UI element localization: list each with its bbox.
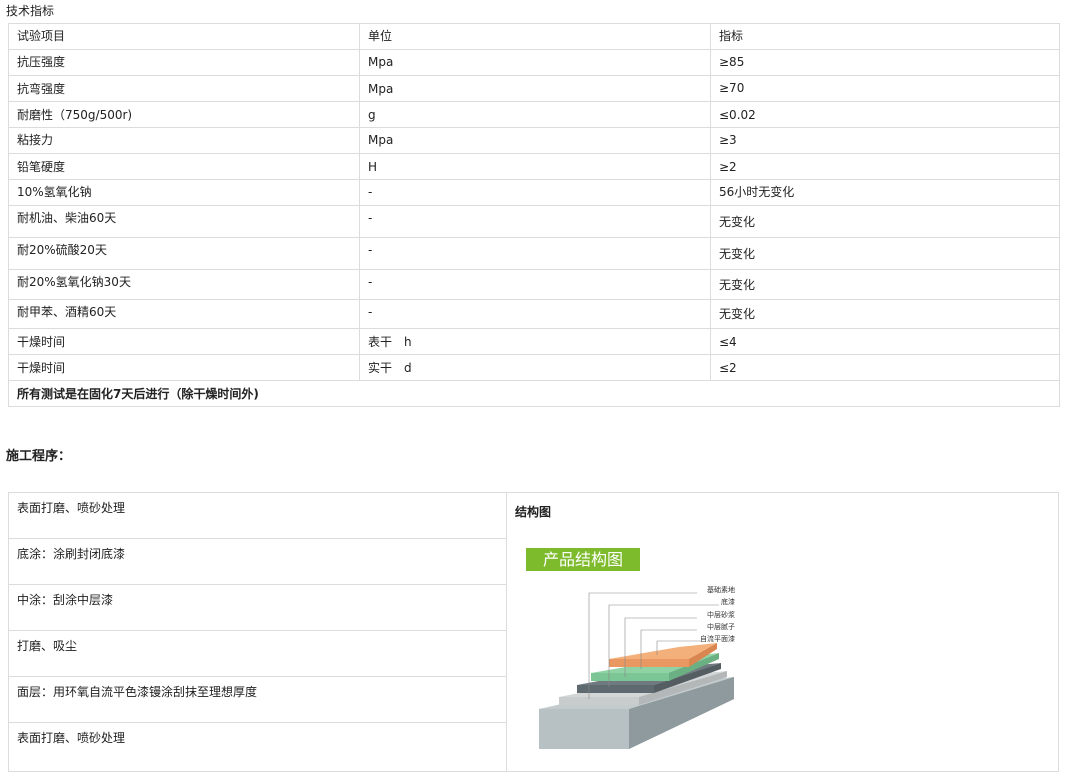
structure-banner: 产品结构图 <box>526 548 640 571</box>
table-row: 耐20%氢氧化钠30天 - 无变化 <box>8 269 1060 300</box>
table-row: 抗压强度 Mpa ≥85 <box>8 49 1060 76</box>
cell-item: 耐磨性（750g/500r) <box>8 101 360 128</box>
cell-item: 铅笔硬度 <box>8 153 360 180</box>
procedure-steps: 表面打磨、喷砂处理 底涂：涂刷封闭底漆 中涂：刮涂中层漆 打磨、吸尘 面层：用环… <box>9 493 507 771</box>
cell-item: 耐甲苯、酒精60天 <box>8 299 360 329</box>
table-row: 铅笔硬度 H ≥2 <box>8 153 1060 180</box>
cell-value: 无变化 <box>710 237 1060 270</box>
header-indicator: 指标 <box>710 23 1060 50</box>
cell-item: 耐20%氢氧化钠30天 <box>8 269 360 300</box>
cell-unit: 表干 h <box>359 328 711 355</box>
cell-unit: - <box>359 237 711 270</box>
cell-item: 干燥时间 <box>8 328 360 355</box>
cell-item: 干燥时间 <box>8 354 360 381</box>
spec-section-title: 技术指标 <box>6 4 55 18</box>
layer-label: 基础素地 <box>707 585 735 594</box>
table-row: 干燥时间 实干 d ≤2 <box>8 354 1060 381</box>
cell-value: 无变化 <box>710 299 1060 329</box>
cell-value: ≥3 <box>710 127 1060 154</box>
table-row: 粘接力 Mpa ≥3 <box>8 127 1060 154</box>
spec-note: 所有测试是在固化7天后进行（除干燥时间外) <box>8 380 1060 407</box>
header-unit: 单位 <box>359 23 711 50</box>
cell-unit: 实干 d <box>359 354 711 381</box>
table-row: 10%氢氧化钠 - 56小时无变化 <box>8 179 1060 206</box>
table-row: 耐甲苯、酒精60天 - 无变化 <box>8 299 1060 329</box>
cell-unit: - <box>359 179 711 206</box>
cell-unit: - <box>359 299 711 329</box>
cell-item: 10%氢氧化钠 <box>8 179 360 206</box>
procedure-step: 底涂：涂刷封闭底漆 <box>9 539 506 585</box>
table-row: 耐机油、柴油60天 - 无变化 <box>8 205 1060 238</box>
cell-value: 无变化 <box>710 269 1060 300</box>
layer-label: 中层砂浆 <box>707 610 735 619</box>
procedure-step: 打磨、吸尘 <box>9 631 506 677</box>
cell-item: 耐机油、柴油60天 <box>8 205 360 238</box>
cell-unit: Mpa <box>359 49 711 76</box>
procedure-table: 表面打磨、喷砂处理 底涂：涂刷封闭底漆 中涂：刮涂中层漆 打磨、吸尘 面层：用环… <box>8 492 1059 772</box>
table-row: 耐20%硫酸20天 - 无变化 <box>8 237 1060 270</box>
procedure-step: 中涂：刮涂中层漆 <box>9 585 506 631</box>
cell-unit: - <box>359 205 711 238</box>
cell-item: 抗弯强度 <box>8 75 360 102</box>
layer-label: 自流平面漆 <box>700 634 735 643</box>
cell-value: ≤0.02 <box>710 101 1060 128</box>
cell-unit: Mpa <box>359 75 711 102</box>
procedure-step: 表面打磨、喷砂处理 <box>17 731 126 745</box>
procedure-title: 施工程序： <box>6 449 72 464</box>
cell-item: 抗压强度 <box>8 49 360 76</box>
layer-label: 底漆 <box>721 597 735 606</box>
table-note-row: 所有测试是在固化7天后进行（除干燥时间外) <box>8 380 1060 407</box>
procedure-step: 面层：用环氧自流平色漆镘涂刮抹至理想厚度 <box>9 677 506 723</box>
header-test-item: 试验项目 <box>8 23 360 50</box>
cell-unit: g <box>359 101 711 128</box>
layer-structure-diagram: 基础素地 底漆 中层砂浆 中层腻子 自流平面漆 <box>539 585 735 749</box>
cell-value: ≥2 <box>710 153 1060 180</box>
structure-label: 结构图 <box>515 505 552 519</box>
spec-table: 试验项目 单位 指标 抗压强度 Mpa ≥85 抗弯强度 Mpa ≥70 耐磨性… <box>8 23 1060 407</box>
table-header-row: 试验项目 单位 指标 <box>8 23 1060 50</box>
cell-value: ≥85 <box>710 49 1060 76</box>
cell-item: 粘接力 <box>8 127 360 154</box>
cell-unit: - <box>359 269 711 300</box>
cell-unit: Mpa <box>359 127 711 154</box>
cell-item: 耐20%硫酸20天 <box>8 237 360 270</box>
table-row: 干燥时间 表干 h ≤4 <box>8 328 1060 355</box>
cell-value: ≥70 <box>710 75 1060 102</box>
cell-value: ≤4 <box>710 328 1060 355</box>
cell-value: 56小时无变化 <box>710 179 1060 206</box>
cell-value: 无变化 <box>710 205 1060 238</box>
table-row: 抗弯强度 Mpa ≥70 <box>8 75 1060 102</box>
table-row: 耐磨性（750g/500r) g ≤0.02 <box>8 101 1060 128</box>
cell-unit: H <box>359 153 711 180</box>
cell-value: ≤2 <box>710 354 1060 381</box>
layer-label: 中层腻子 <box>707 622 735 631</box>
procedure-step: 表面打磨、喷砂处理 <box>9 493 506 539</box>
